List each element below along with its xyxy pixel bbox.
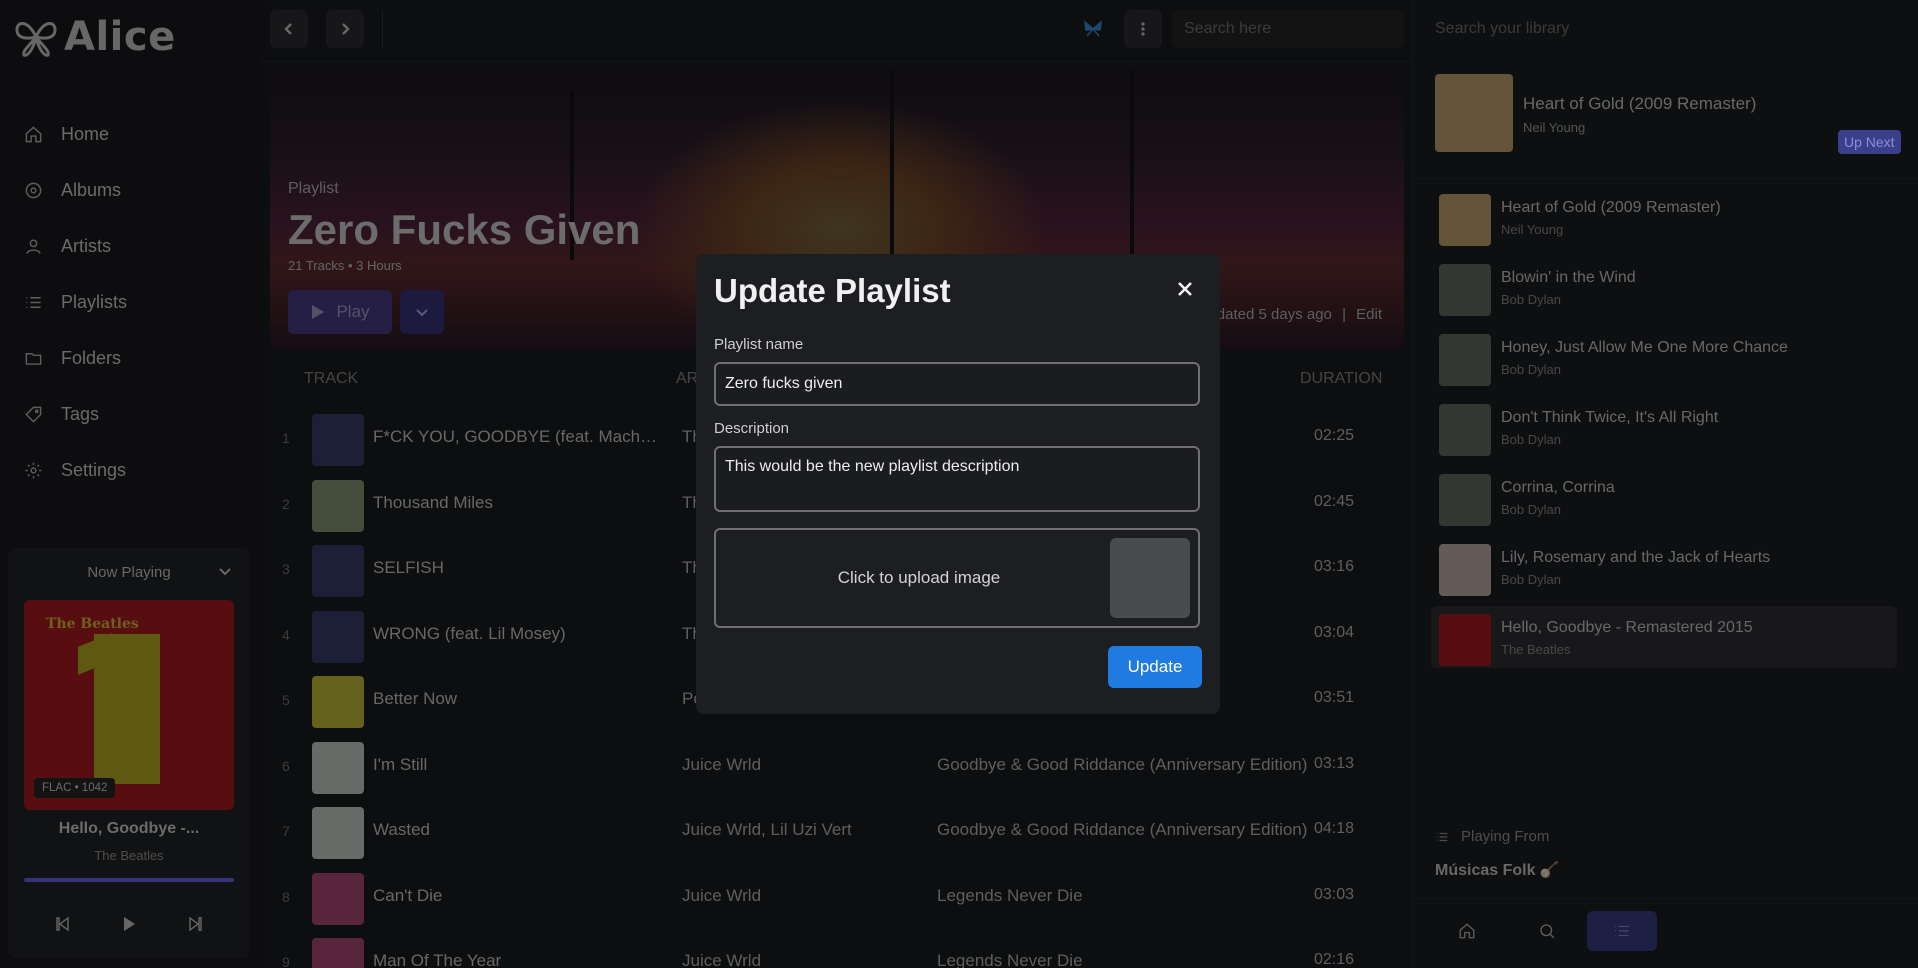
up-next-button[interactable]: Up Next — [1838, 130, 1901, 154]
upload-label: Click to upload image — [837, 568, 1001, 587]
description-label: Description — [714, 420, 790, 437]
image-upload-dropzone[interactable]: Click to upload image — [714, 528, 1200, 628]
update-playlist-modal: Update Playlist Playlist name Descriptio… — [696, 254, 1220, 714]
modal-title: Update Playlist — [714, 272, 951, 309]
description-textarea[interactable]: This would be the new playlist descripti… — [714, 446, 1200, 512]
close-button[interactable] — [1170, 274, 1200, 304]
update-button[interactable]: Update — [1108, 646, 1202, 688]
image-preview — [1110, 538, 1190, 618]
playlist-name-label: Playlist name — [714, 336, 804, 353]
close-icon — [1178, 282, 1192, 296]
playlist-name-input[interactable] — [714, 362, 1200, 406]
